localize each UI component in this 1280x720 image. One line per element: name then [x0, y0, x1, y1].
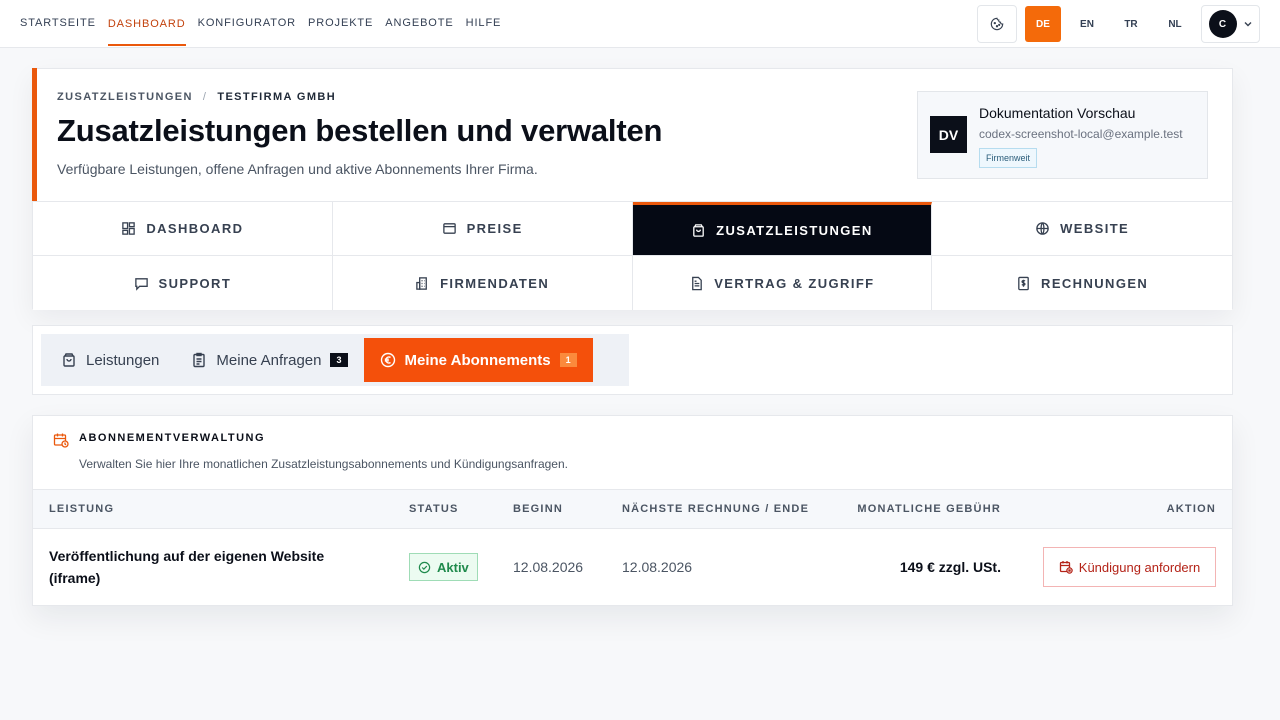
- section-tab-firmendaten[interactable]: FIRMENDATEN: [332, 256, 633, 310]
- section-tab-vertrag-zugriff[interactable]: VERTRAG & ZUGRIFF: [632, 256, 933, 310]
- status-label: Aktiv: [437, 559, 469, 575]
- subtab-leistungen[interactable]: Leistungen: [45, 338, 175, 382]
- column-header-beginn: BEGINN: [513, 503, 563, 515]
- section-navigation: DASHBOARD PREISE ZUSATZLEISTUNGEN WEBSIT…: [33, 201, 1232, 310]
- section-tab-rechnungen[interactable]: RECHNUNGEN: [932, 256, 1232, 310]
- clipboard-icon: [193, 352, 206, 368]
- chat-icon: [134, 277, 148, 291]
- section-tab-label: SUPPORT: [158, 275, 232, 291]
- page-title: Zusatzleistungen bestellen und verwalten: [57, 113, 663, 148]
- user-name: Dokumentation Vorschau: [979, 105, 1136, 121]
- grid-icon: [122, 222, 136, 235]
- scope-badge: Firmenweit: [979, 148, 1038, 168]
- cookie-icon: [990, 17, 1004, 31]
- nav-dashboard[interactable]: DASHBOARD: [107, 2, 186, 46]
- section-tab-label: FIRMENDATEN: [440, 275, 550, 291]
- main-navigation: STARTSEITE DASHBOARD KONFIGURATOR PROJEK…: [20, 0, 501, 48]
- section-tab-preise[interactable]: PREISE: [332, 202, 633, 256]
- start-date: 12.08.2026: [513, 559, 584, 575]
- section-tab-label: PREISE: [466, 221, 523, 236]
- column-header-leistung: LEISTUNG: [49, 503, 115, 515]
- subtab-label: Leistungen: [86, 351, 160, 369]
- count-badge: 1: [559, 353, 577, 367]
- column-header-naechste-rechnung: NÄCHSTE RECHNUNG / ENDE: [622, 503, 810, 515]
- section-tab-dashboard[interactable]: DASHBOARD: [33, 202, 333, 256]
- monthly-fee: 149 € zzgl. USt.: [899, 559, 1001, 575]
- section-title: ABONNEMENTVERWALTUNG: [79, 432, 266, 444]
- section-tab-support[interactable]: SUPPORT: [33, 256, 333, 310]
- check-circle-icon: [418, 561, 431, 573]
- subtab-meine-abonnements[interactable]: Meine Abonnements 1: [363, 338, 593, 382]
- calendar-cancel-icon: [1059, 561, 1073, 574]
- table-header: LEISTUNG STATUS BEGINN NÄCHSTE RECHNUNG …: [33, 489, 1232, 529]
- user-info-card: DV Dokumentation Vorschau codex-screensh…: [917, 91, 1208, 179]
- nav-projekte[interactable]: PROJEKTE: [308, 0, 373, 48]
- table-row: Veröffentlichung auf der eigenen Website…: [33, 529, 1232, 605]
- top-bar: STARTSEITE DASHBOARD KONFIGURATOR PROJEK…: [0, 0, 1280, 48]
- avatar: C: [1208, 10, 1237, 38]
- building-icon: [416, 276, 427, 290]
- calendar-cycle-icon: [53, 433, 69, 448]
- language-en[interactable]: EN: [1069, 6, 1105, 42]
- breadcrumb-separator: /: [202, 91, 208, 103]
- breadcrumb-current: TESTFIRMA GMBH: [217, 91, 337, 103]
- document-icon: [692, 276, 703, 290]
- cookie-settings-button[interactable]: [977, 5, 1017, 43]
- request-cancellation-label: Kündigung anfordern: [1078, 559, 1201, 575]
- chevron-down-icon: [1244, 22, 1251, 27]
- section-tab-label: ZUSATZLEISTUNGEN: [716, 222, 873, 238]
- status-badge: Aktiv: [409, 553, 478, 581]
- nav-konfigurator[interactable]: KONFIGURATOR: [198, 0, 296, 48]
- subtabs-card: Leistungen Meine Anfragen 3 Meine Abonne…: [32, 325, 1233, 395]
- subtab-label: Meine Anfragen: [216, 351, 322, 369]
- next-invoice-date: 12.08.2026: [622, 559, 693, 575]
- section-tab-zusatzleistungen[interactable]: ZUSATZLEISTUNGEN: [632, 202, 933, 256]
- euro-icon: [380, 352, 395, 368]
- language-de[interactable]: DE: [1025, 6, 1061, 42]
- shopping-bag-icon: [63, 353, 75, 367]
- globe-icon: [1036, 222, 1049, 235]
- subscription-management-card: ABONNEMENTVERWALTUNG Verwalten Sie hier …: [32, 415, 1233, 606]
- header-accent-bar: [32, 68, 37, 201]
- section-tab-label: VERTRAG & ZUGRIFF: [714, 275, 875, 291]
- account-menu-button[interactable]: C: [1201, 5, 1260, 43]
- page-subtitle: Verfügbare Leistungen, offene Anfragen u…: [57, 161, 538, 177]
- language-tr[interactable]: TR: [1113, 6, 1149, 42]
- section-tab-label: WEBSITE: [1060, 221, 1130, 236]
- price-card-icon: [442, 223, 456, 234]
- subtab-label: Meine Abonnements: [404, 351, 551, 369]
- request-cancellation-button[interactable]: Kündigung anfordern: [1043, 547, 1216, 587]
- section-tab-label: RECHNUNGEN: [1041, 275, 1149, 291]
- shopping-bag-icon: [693, 223, 704, 237]
- invoice-icon: [1018, 276, 1029, 290]
- user-initials-avatar: DV: [930, 116, 967, 153]
- breadcrumb-item-zusatzleistungen[interactable]: ZUSATZLEISTUNGEN: [57, 91, 193, 103]
- column-header-aktion: AKTION: [1166, 503, 1216, 515]
- service-name: Veröffentlichung auf der eigenen Website…: [49, 548, 325, 586]
- subtab-meine-anfragen[interactable]: Meine Anfragen 3: [175, 338, 363, 382]
- top-right-controls: DE EN TR NL C: [977, 5, 1260, 43]
- section-description: Verwalten Sie hier Ihre monatlichen Zusa…: [79, 457, 568, 471]
- language-nl[interactable]: NL: [1157, 6, 1193, 42]
- breadcrumb: ZUSATZLEISTUNGEN / TESTFIRMA GMBH: [57, 91, 336, 103]
- section-tab-label: DASHBOARD: [146, 221, 244, 236]
- nav-angebote[interactable]: ANGEBOTE: [385, 0, 453, 48]
- section-tab-website[interactable]: WEBSITE: [932, 202, 1232, 256]
- nav-hilfe[interactable]: HILFE: [466, 0, 502, 48]
- user-email: codex-screenshot-local@example.test: [979, 127, 1183, 141]
- page-header-card: ZUSATZLEISTUNGEN / TESTFIRMA GMBH Zusatz…: [32, 68, 1233, 310]
- column-header-gebuehr: MONATLICHE GEBÜHR: [857, 503, 1001, 515]
- column-header-status: STATUS: [409, 503, 459, 515]
- subtabs: Leistungen Meine Anfragen 3 Meine Abonne…: [41, 334, 629, 386]
- count-badge: 3: [330, 353, 348, 367]
- nav-startseite[interactable]: STARTSEITE: [20, 0, 96, 48]
